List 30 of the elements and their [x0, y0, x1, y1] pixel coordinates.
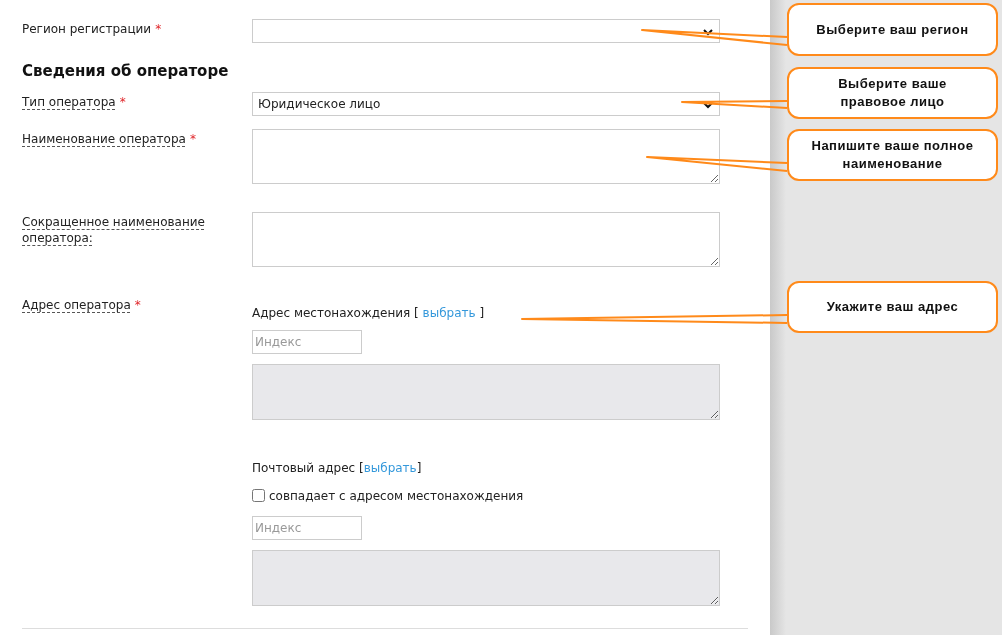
callout: Выберите ваше правовое лицо — [787, 67, 998, 119]
checkbox-label: совпадает с адресом местонахождения — [269, 487, 524, 505]
text-area[interactable] — [252, 211, 720, 267]
bracket-text: ] — [478, 305, 485, 320]
callout: Укажите ваш адрес — [787, 281, 998, 333]
bracket-text: ] — [416, 460, 422, 475]
chevron-down-icon — [703, 101, 713, 109]
choose-link[interactable]: выбрать — [422, 305, 476, 320]
checkbox[interactable] — [252, 489, 265, 502]
choose-link[interactable]: выбрать — [363, 460, 417, 475]
region-select[interactable] — [252, 19, 720, 43]
field-label: Адрес оператора — [22, 296, 131, 314]
required-mark: * — [119, 94, 126, 109]
required-mark: * — [189, 131, 196, 146]
required-mark: * — [134, 297, 141, 312]
index-field[interactable]: Индекс — [252, 329, 362, 354]
operator-type-select[interactable]: Юридическое лицо — [252, 91, 720, 116]
text-area[interactable] — [252, 128, 720, 184]
field-label: Наименование оператора — [22, 130, 186, 148]
chevron-down-icon — [703, 29, 713, 36]
field-label: Регион регистрации — [22, 21, 152, 38]
field-label: Тип оператора — [22, 93, 116, 111]
callout: Напишите ваше полное наименование — [787, 129, 998, 181]
address-heading: Почтовый адрес [ — [252, 460, 364, 475]
address-heading: Адрес местонахождения [ — [252, 305, 420, 320]
index-field[interactable]: Индекс — [252, 515, 362, 540]
required-mark: * — [155, 22, 162, 36]
callout: Выберите ваш регион — [787, 3, 998, 56]
section-title: Сведения об операторе — [21, 61, 230, 82]
field-label: Сокращенное наименование оператора: — [22, 213, 206, 247]
